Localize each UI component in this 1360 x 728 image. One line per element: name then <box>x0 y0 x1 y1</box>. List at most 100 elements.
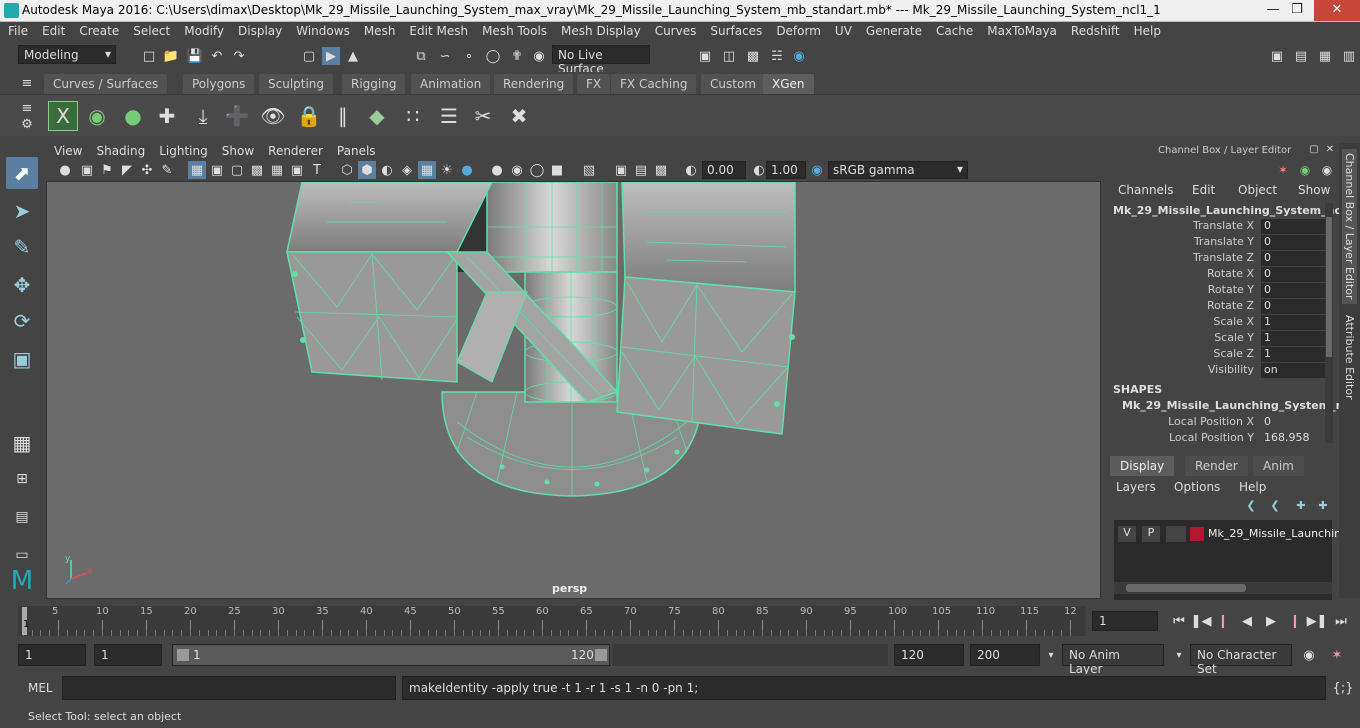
select-object-icon[interactable]: ▶ <box>322 47 340 65</box>
layer-menu-options[interactable]: Options <box>1174 480 1220 494</box>
snap-surface-icon[interactable]: ◯ <box>484 47 502 65</box>
menu-mesh-tools[interactable]: Mesh Tools <box>474 22 553 38</box>
xgen-place-guides-icon[interactable]: ⤓ <box>188 101 218 131</box>
bookmark-icon[interactable]: ⚑ <box>98 161 116 179</box>
xgen-add-guides-icon[interactable]: ✚ <box>152 101 182 131</box>
channel-value[interactable]: 1 <box>1261 331 1325 346</box>
exposure-field[interactable]: 0.00 <box>702 161 746 179</box>
lasso-tool-icon[interactable]: ➤ <box>6 195 38 227</box>
shelf-tab-sculpting[interactable]: Sculpting <box>259 74 334 94</box>
new-layer-selected-icon[interactable]: ✚ <box>1316 498 1330 512</box>
shelf-tab-polygons[interactable]: Polygons <box>183 74 255 94</box>
range-end-handle[interactable] <box>595 649 607 661</box>
menu-file[interactable]: File <box>0 22 34 38</box>
playback-start-field[interactable]: 1 <box>94 644 162 666</box>
scene-end-field[interactable]: 200 <box>970 644 1040 666</box>
grid-icon[interactable]: ▦ <box>188 161 206 179</box>
save-scene-icon[interactable]: 💾 <box>186 47 204 65</box>
resolution-gate-icon[interactable]: ▢ <box>228 161 246 179</box>
channel-value[interactable]: 0 <box>1261 283 1325 298</box>
animation-preferences-icon[interactable]: ✶ <box>1328 646 1346 664</box>
channel-menu-show[interactable]: Show <box>1298 183 1330 197</box>
live-surface-field[interactable]: No Live Surface <box>552 45 650 76</box>
menu-generate[interactable]: Generate <box>858 22 928 38</box>
side-tab-channel-box[interactable]: Channel Box / Layer Editor <box>1342 149 1357 304</box>
chevron-down-icon[interactable]: ▾ <box>1042 646 1060 664</box>
field-chart-icon[interactable]: ▦ <box>268 161 286 179</box>
channel-menu-object[interactable]: Object <box>1238 183 1277 197</box>
menu-redshift[interactable]: Redshift <box>1063 22 1126 38</box>
time-slider[interactable]: 5 10 15 20 25 30 35 40 45 50 55 60 65 70 75 80 85 90 95 100… <box>0 603 1360 639</box>
menu-uv[interactable]: UV <box>827 22 858 38</box>
scale-tool-icon[interactable]: ▣ <box>6 343 38 375</box>
go-to-end-icon[interactable]: ⏭ <box>1332 612 1350 630</box>
channel-row[interactable]: Translate Y 0 <box>1104 235 1325 251</box>
multisample-aa-icon[interactable]: ◯ <box>528 161 546 179</box>
channel-value[interactable]: 0 <box>1261 251 1325 266</box>
channel-row[interactable]: Translate Z 0 <box>1104 251 1325 267</box>
viewport-menu-panels[interactable]: Panels <box>329 143 382 158</box>
shelf-tab-xgen[interactable]: XGen <box>763 74 814 94</box>
screen-space-ao-icon[interactable]: ● <box>488 161 506 179</box>
layer-display-type[interactable] <box>1166 526 1186 542</box>
layer-color-swatch[interactable] <box>1190 527 1204 541</box>
xgen-delete-icon[interactable]: ✖ <box>504 101 534 131</box>
chevron-down-icon[interactable]: ▾ <box>1170 646 1188 664</box>
mel-label[interactable]: MEL <box>28 681 53 695</box>
menu-select[interactable]: Select <box>125 22 176 38</box>
redo-icon[interactable]: ↷ <box>230 47 248 65</box>
viewport-menu-show[interactable]: Show <box>214 143 260 158</box>
camera-select-icon[interactable]: ● <box>56 161 74 179</box>
shelf-tab-fx-caching[interactable]: FX Caching <box>611 74 697 94</box>
script-editor-icon[interactable]: {;} <box>1333 679 1354 697</box>
channel-row[interactable]: Rotate Z 0 <box>1104 299 1325 315</box>
step-forward-key-icon[interactable]: ▶❚ <box>1307 612 1328 630</box>
channel-scrollbar[interactable] <box>1325 203 1333 443</box>
select-hierarchy-icon[interactable]: ▢ <box>300 47 318 65</box>
xgen-add-guide-icon[interactable]: ➕ <box>222 101 252 131</box>
move-tool-icon[interactable]: ✥ <box>6 269 38 301</box>
shape-channel-row[interactable]: Local Position X 0 <box>1104 415 1324 431</box>
step-back-frame-icon[interactable]: ❙ <box>1214 612 1232 630</box>
channel-row[interactable]: Rotate Y 0 <box>1104 283 1325 299</box>
channel-menu-channels[interactable]: Channels <box>1118 183 1174 197</box>
xgen-guide-length-icon[interactable]: ∥ <box>328 101 358 131</box>
shelf-tab-rendering[interactable]: Rendering <box>494 74 574 94</box>
textured-icon[interactable]: ▦ <box>418 161 436 179</box>
close-button[interactable]: ✕ <box>1314 0 1360 21</box>
xray-joints-icon[interactable]: ▤ <box>632 161 650 179</box>
image-plane-icon[interactable]: ◤ <box>118 161 136 179</box>
scene-start-field[interactable]: 1 <box>18 644 86 666</box>
channel-value[interactable]: 1 <box>1261 347 1325 362</box>
snap-curve-icon[interactable]: ∽ <box>436 47 454 65</box>
exposure-icon[interactable]: ◐ <box>682 161 700 179</box>
xgen-clear-icon[interactable]: ● <box>118 101 148 131</box>
range-slider[interactable]: 1 120 <box>172 644 610 666</box>
menu-edit-mesh[interactable]: Edit Mesh <box>401 22 474 38</box>
channel-manip-icon[interactable]: ◉ <box>1320 163 1334 177</box>
color-space-dropdown[interactable]: sRGB gamma ▾ <box>828 161 968 179</box>
layer-menu-layers[interactable]: Layers <box>1116 480 1156 494</box>
menu-set-dropdown[interactable]: Modeling ▾ <box>18 45 116 64</box>
shelf-tab-fx[interactable]: FX <box>577 74 611 94</box>
side-tab-attribute-editor[interactable]: Attribute Editor <box>1342 311 1357 404</box>
channel-row[interactable]: Visibility on <box>1104 363 1325 379</box>
layer-tab-display[interactable]: Display <box>1110 456 1175 476</box>
menu-modify[interactable]: Modify <box>176 22 230 38</box>
layer-hscrollbar[interactable] <box>1114 582 1332 594</box>
safe-title-icon[interactable]: T <box>308 161 326 179</box>
step-forward-frame-icon[interactable]: ❙ <box>1286 612 1304 630</box>
xray-icon[interactable]: ▣ <box>612 161 630 179</box>
snap-grid-icon[interactable]: ⧉ <box>412 47 430 65</box>
play-forward-icon[interactable]: ▶ <box>1262 612 1280 630</box>
menu-help[interactable]: Help <box>1126 22 1167 38</box>
channel-speed-icon[interactable]: ✶ <box>1276 163 1290 177</box>
viewport-menu-view[interactable]: View <box>46 143 88 158</box>
viewport-menu-lighting[interactable]: Lighting <box>151 143 214 158</box>
motion-blur-icon[interactable]: ◉ <box>508 161 526 179</box>
object-name[interactable]: Mk_29_Missile_Launching_System_ncl... <box>1113 204 1357 217</box>
menu-surfaces[interactable]: Surfaces <box>702 22 768 38</box>
shelf-menu-icon[interactable]: ≡ <box>18 74 36 92</box>
maximize-button[interactable]: ❐ <box>1280 0 1314 21</box>
go-to-start-icon[interactable]: ⏮ <box>1170 612 1188 630</box>
